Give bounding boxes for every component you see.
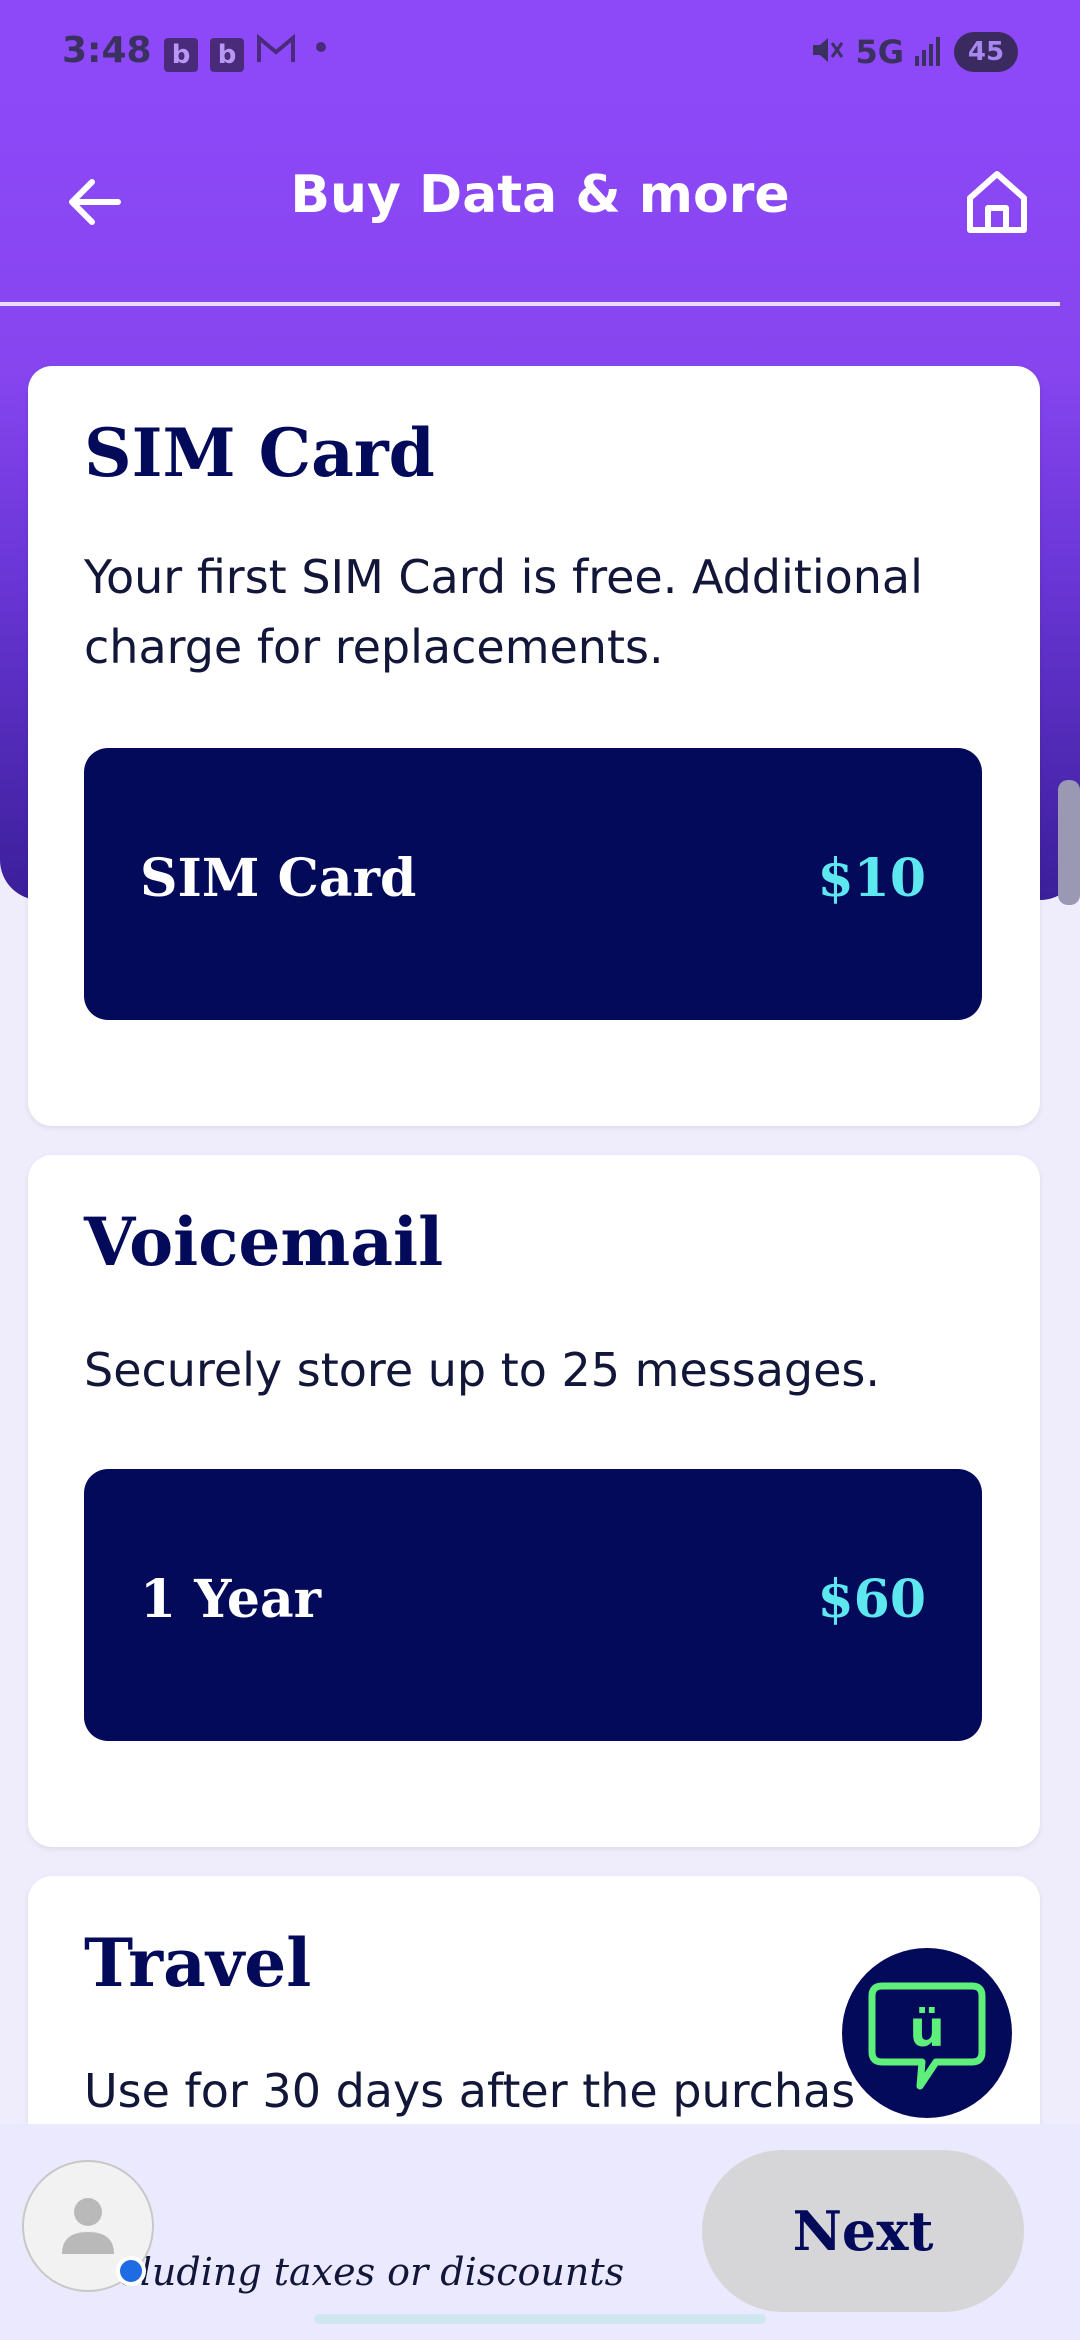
sim-card-section: SIM Card Your first SIM Card is free. Ad… <box>28 366 1040 1126</box>
signal-icon <box>914 34 944 70</box>
notification-b-icon: b <box>164 38 198 72</box>
chat-glyph: ü <box>909 2000 945 2058</box>
option-price: $60 <box>817 1569 926 1630</box>
gmail-icon <box>256 33 296 72</box>
section-title: Travel <box>84 1924 312 2002</box>
section-description: Securely store up to 25 messages. <box>84 1343 880 1397</box>
option-label: SIM Card <box>140 848 417 909</box>
notification-b-icon: b <box>210 38 244 72</box>
sim-card-option-button[interactable]: SIM Card $10 <box>84 748 982 1020</box>
message-badge-icon <box>116 2256 146 2286</box>
next-button[interactable]: Next <box>702 2150 1024 2312</box>
chat-button[interactable]: ü <box>842 1948 1012 2118</box>
option-price: $10 <box>817 848 926 909</box>
home-icon <box>967 171 1027 233</box>
network-type: 5G <box>855 33 904 71</box>
section-title: Voicemail <box>84 1203 444 1281</box>
voicemail-section: Voicemail Securely store up to 25 messag… <box>28 1155 1040 1847</box>
page-title: Buy Data & more <box>290 165 790 225</box>
status-right-group: 5G 45 <box>809 30 1018 74</box>
status-bar: 3:48 b b 5G 45 <box>0 0 1080 90</box>
home-button[interactable] <box>956 160 1038 242</box>
option-label: 1 Year <box>140 1569 322 1630</box>
header-divider <box>0 302 1060 306</box>
section-description: Your first SIM Card is free. Additional … <box>84 550 923 674</box>
chat-bubble-icon: ü <box>868 1982 986 2090</box>
voicemail-1-year-option-button[interactable]: 1 Year $60 <box>84 1469 982 1741</box>
home-indicator[interactable] <box>314 2314 766 2324</box>
status-time: 3:48 <box>62 30 152 71</box>
section-title: SIM Card <box>84 414 435 492</box>
mute-icon <box>809 32 845 72</box>
section-description: Use for 30 days after the purchas <box>84 2064 856 2118</box>
battery-indicator: 45 <box>954 32 1018 72</box>
more-notifications-dot <box>316 42 326 52</box>
scrollbar[interactable] <box>1058 780 1080 905</box>
